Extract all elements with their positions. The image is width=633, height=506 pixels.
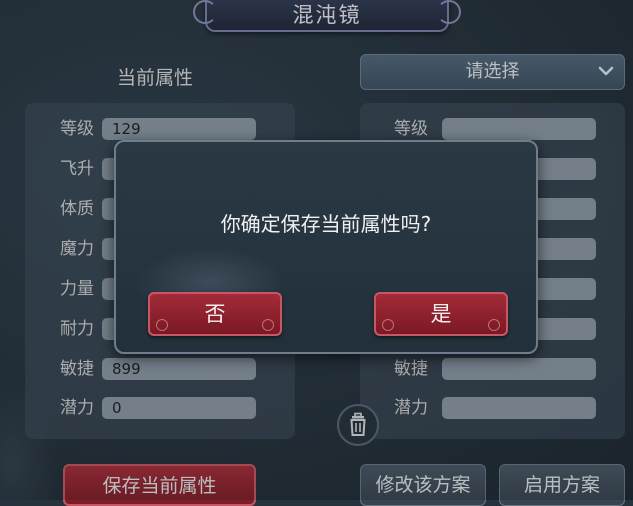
no-button[interactable]: 否 [148,292,282,336]
ornament-icon [382,319,394,331]
yes-button-label: 是 [430,302,452,326]
yes-button[interactable]: 是 [374,292,508,336]
confirm-dialog: 你确定保存当前属性吗? 否 是 [114,140,538,354]
ornament-icon [488,319,500,331]
confirm-message: 你确定保存当前属性吗? [220,212,432,236]
ornament-icon [156,319,168,331]
ornament-icon [262,319,274,331]
no-button-label: 否 [204,302,226,326]
